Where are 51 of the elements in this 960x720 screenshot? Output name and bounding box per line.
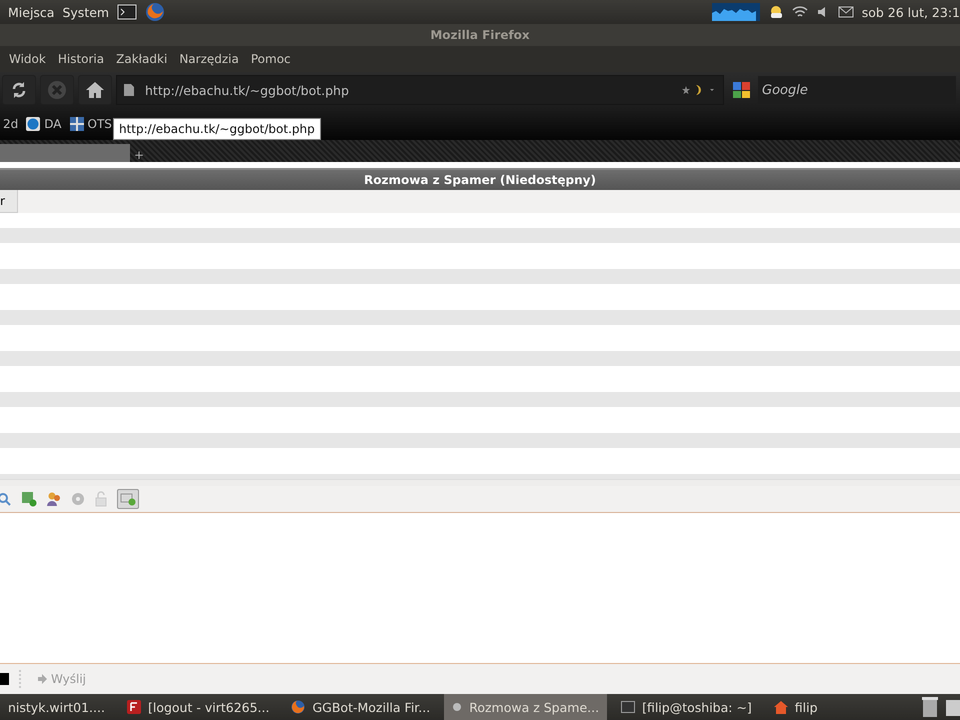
system-monitor-graph[interactable] — [712, 3, 760, 21]
menu-item[interactable]: Widok — [9, 52, 46, 66]
home-button[interactable] — [78, 75, 112, 105]
fz-icon — [126, 700, 141, 714]
clock[interactable]: sob 26 lut, 23:1 — [862, 4, 960, 20]
search-engine-icon[interactable] — [732, 81, 752, 99]
panel-menu[interactable]: System — [62, 4, 110, 20]
reload-icon — [10, 81, 28, 99]
mail-icon[interactable] — [838, 6, 854, 18]
dot-icon — [452, 702, 462, 712]
page-icon — [123, 83, 135, 97]
taskbar-item[interactable]: [filip@toshiba: ~] — [613, 694, 760, 720]
menu-item[interactable]: Historia — [58, 52, 104, 66]
terminal-icon[interactable] — [117, 4, 138, 20]
taskbar-item[interactable]: Rozmowa z Spame... — [444, 694, 608, 720]
home-icon — [85, 81, 105, 99]
taskbar-item[interactable]: GGBot-Mozilla Fir... — [283, 694, 438, 720]
home-folder-icon — [774, 700, 788, 714]
link-tooltip: http://ebachu.tk/~ggbot/bot.php — [113, 118, 321, 140]
firefox-icon — [291, 700, 306, 714]
taskbar-item[interactable]: filip — [766, 694, 826, 720]
new-tab-button[interactable]: + — [130, 148, 148, 162]
star-icon[interactable] — [681, 83, 717, 97]
panel-menu[interactable]: Miejsca — [8, 4, 54, 20]
bookmark[interactable]: 2d — [3, 117, 18, 131]
grid-icon — [70, 117, 84, 131]
firefox-icon[interactable] — [145, 2, 166, 22]
address-field[interactable]: http://ebachu.tk/~ggbot/bot.php — [116, 75, 724, 105]
taskbar-item[interactable]: nistyk.wirt01.... — [0, 694, 113, 720]
color-swatch[interactable] — [0, 673, 9, 685]
magnifier-icon[interactable] — [0, 492, 12, 506]
circle-icon — [26, 117, 40, 131]
wifi-icon[interactable] — [792, 5, 808, 19]
chat-window-title: Rozmowa z Spamer (Niedostępny) — [0, 170, 960, 190]
menu-item[interactable]: Zakładki — [116, 52, 168, 66]
trash-icon[interactable] — [920, 696, 940, 718]
send-arrow-icon — [37, 674, 47, 684]
window-add-icon — [120, 492, 136, 506]
menu-item[interactable]: Narzędzia — [179, 52, 239, 66]
bookmark[interactable]: DA — [26, 117, 62, 131]
reload-button[interactable] — [2, 75, 36, 105]
stop-icon — [47, 80, 67, 100]
menu-item[interactable]: Pomoc — [250, 52, 291, 66]
taskbar-item[interactable]: [logout - virt6265... — [118, 694, 278, 720]
people-icon[interactable] — [46, 491, 62, 507]
window-title: Mozilla Firefox — [0, 24, 960, 46]
image-add-icon[interactable] — [21, 491, 37, 507]
bookmark[interactable]: OTS — [70, 117, 112, 131]
column-header[interactable]: r — [0, 190, 18, 213]
message-input-field[interactable] — [0, 513, 960, 664]
terminal-icon — [621, 701, 636, 713]
